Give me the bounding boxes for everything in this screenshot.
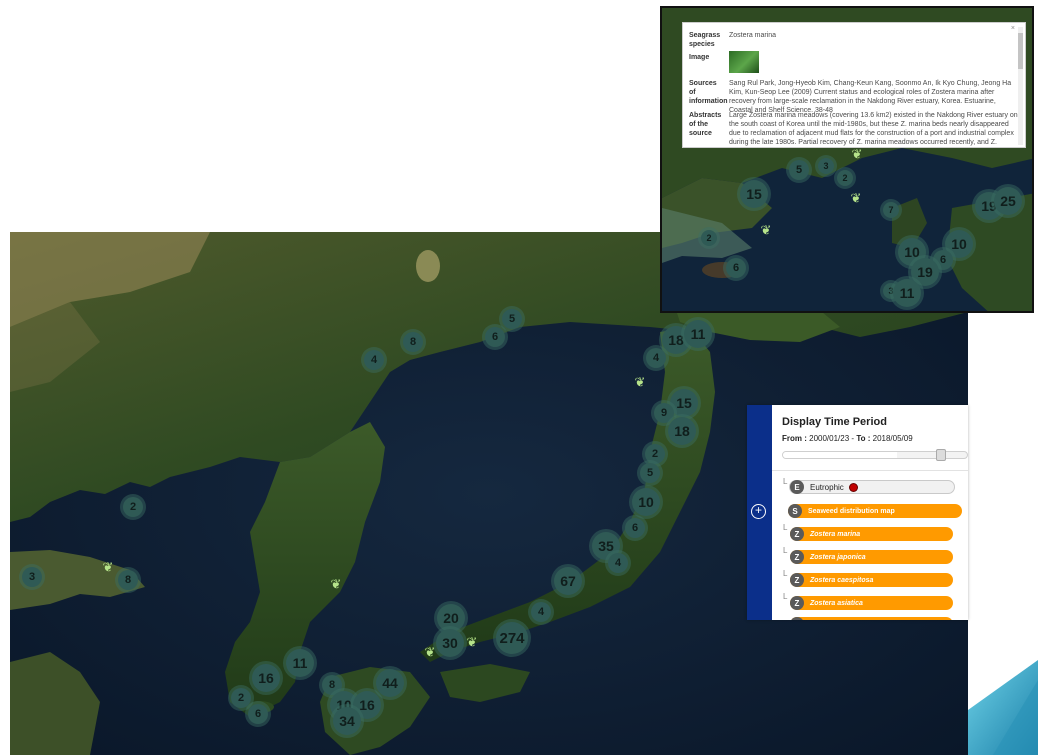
inset-cluster-marker[interactable]: 11 [893,279,921,307]
inset-cluster-marker[interactable]: 5 [789,160,809,180]
layer-list-overflow-item[interactable] [790,617,953,620]
map-cluster-marker[interactable]: 30 [436,629,464,657]
seagrass-marker-icon[interactable]: ❦ [635,376,646,389]
map-cluster-marker[interactable]: 15 [670,389,698,417]
layer-badge: Z [790,550,804,564]
to-label: To : [856,434,871,443]
layer-label: Zostera asiatica [810,599,863,607]
seagrass-marker-icon[interactable]: ❦ [851,192,862,205]
map-cluster-marker[interactable]: 2 [231,688,251,708]
popup-abstracts-value: Large Zostera marina meadows (covering 1… [729,112,1018,146]
layer-zostera-marina[interactable]: Z Zostera marina [790,527,953,541]
layer-badge: Z [790,527,804,541]
decorative-corner-shape [968,660,1038,755]
map-cluster-marker[interactable]: 34 [333,707,361,735]
map-cluster-marker[interactable]: 67 [554,567,582,595]
layer-zostera-caespitosa[interactable]: Z Zostera caespitosa [790,573,953,587]
inset-zoom-map[interactable]: × Seagrass species Zostera marina Image … [660,6,1034,313]
map-cluster-marker[interactable]: 9 [654,403,674,423]
map-cluster-marker[interactable]: 16 [252,664,280,692]
from-label: From : [782,434,807,443]
popup-sources-value: Sang Rul Park, Jong-Hyeob Kim, Chang-Keu… [729,80,1012,114]
tree-connector: L [783,569,788,578]
layer-zostera-asiatica[interactable]: Z Zostera asiatica [790,596,953,610]
from-date: 2000/01/23 [809,434,850,443]
map-cluster-marker[interactable]: 8 [118,570,138,590]
map-cluster-marker[interactable]: 5 [502,309,522,329]
time-period-title: Display Time Period [782,416,887,428]
panel-side-strip: + [747,405,772,620]
seagrass-marker-icon[interactable]: ❦ [467,636,478,649]
layer-zostera-japonica[interactable]: Z Zostera japonica [790,550,953,564]
inset-cluster-marker[interactable]: 7 [883,202,899,218]
map-cluster-marker[interactable]: 4 [531,602,551,622]
layer-label: Zostera japonica [810,553,866,561]
map-cluster-marker[interactable]: 5 [640,463,660,483]
seagrass-info-popup: × Seagrass species Zostera marina Image … [682,22,1026,148]
map-cluster-marker[interactable]: 18 [668,417,696,445]
inset-cluster-marker[interactable]: 25 [994,187,1022,215]
panel-divider [772,470,968,471]
seagrass-marker-icon[interactable]: ❦ [103,561,114,574]
map-cluster-marker[interactable]: 20 [437,604,465,632]
map-cluster-marker[interactable]: 6 [625,518,645,538]
layer-label: Seaweed distribution map [808,507,895,515]
popup-sources-label: Sources of information [689,80,728,105]
layer-label: Zostera marina [810,530,861,538]
to-date: 2018/05/09 [872,434,913,443]
popup-abstracts-label: Abstracts of the source [689,112,722,137]
layer-seaweed-distribution[interactable]: S Seaweed distribution map [788,504,962,518]
layer-label: Zostera caespitosa [810,576,874,584]
inset-cluster-marker[interactable]: 6 [726,258,746,278]
time-range-slider[interactable] [782,449,968,461]
inset-cluster-marker[interactable]: 2 [701,230,717,246]
seagrass-marker-icon[interactable]: ❦ [852,148,863,161]
tree-connector: L [783,477,788,486]
seagrass-marker-icon[interactable]: ❦ [425,646,436,659]
map-cluster-marker[interactable]: 2 [123,497,143,517]
map-cluster-marker[interactable]: 44 [376,669,404,697]
seagrass-marker-icon[interactable]: ❦ [331,578,342,591]
layer-badge [790,617,804,620]
tree-connector: L [783,592,788,601]
map-cluster-marker[interactable]: 2 [645,444,665,464]
tree-connector: L [783,546,788,555]
layer-control-panel: + Display Time Period From : 2000/01/23 … [747,405,968,620]
map-cluster-marker[interactable]: 11 [286,649,314,677]
inset-cluster-marker[interactable]: 15 [740,180,768,208]
popup-species-label: Seagrass species [689,32,721,48]
map-cluster-marker[interactable]: 3 [22,567,42,587]
popup-species-value: Zostera marina [729,32,777,39]
layer-badge: E [790,480,804,494]
range-separator: - [851,434,855,443]
inset-cluster-marker[interactable]: 3 [818,158,834,174]
layer-eutrophic[interactable]: E Eutrophic [789,480,955,494]
map-cluster-marker[interactable]: 4 [364,350,384,370]
popup-image-label: Image [689,54,710,61]
map-cluster-marker[interactable]: 6 [248,704,268,724]
slider-handle[interactable] [936,449,947,461]
layer-badge: S [788,504,802,518]
map-cluster-marker[interactable]: 6 [485,327,505,347]
layer-badge: Z [790,596,804,610]
seagrass-photo-thumbnail[interactable] [729,51,759,73]
tree-connector: L [783,523,788,532]
eutrophic-status-icon [849,483,857,491]
layer-badge: Z [790,573,804,587]
slider-track-fill [783,452,898,458]
layer-label: Eutrophic [810,482,844,492]
seagrass-marker-icon[interactable]: ❦ [761,224,772,237]
map-cluster-marker[interactable]: 4 [608,553,628,573]
map-cluster-marker[interactable]: 4 [646,348,666,368]
map-cluster-marker[interactable]: 10 [632,488,660,516]
expand-panel-icon[interactable]: + [751,504,766,519]
map-cluster-marker[interactable]: 11 [684,320,712,348]
time-period-range: From : 2000/01/23 - To : 2018/05/09 [782,434,913,443]
inset-cluster-marker[interactable]: 2 [837,170,853,186]
map-cluster-marker[interactable]: 8 [403,332,423,352]
map-cluster-marker[interactable]: 274 [496,622,528,654]
